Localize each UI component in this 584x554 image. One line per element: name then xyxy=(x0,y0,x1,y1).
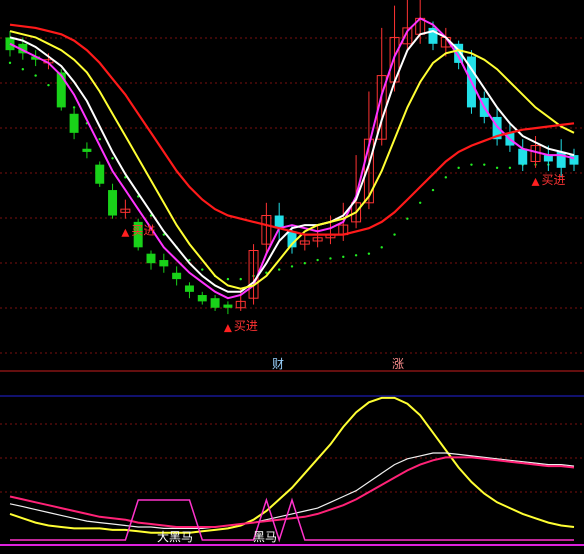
oscillator-grid xyxy=(0,423,584,493)
stock-chart: 买进买进买进 财 涨 大黑马 黑马 xyxy=(0,0,584,546)
candle-body xyxy=(69,113,79,133)
support-dot xyxy=(47,83,50,87)
support-dot xyxy=(367,252,371,255)
buy-label: 买进 xyxy=(542,173,566,187)
candle-body xyxy=(518,148,528,165)
label-zhang: 涨 xyxy=(392,356,404,371)
buy-arrow-icon xyxy=(223,324,232,333)
support-dot xyxy=(329,257,332,260)
label-horse: 黑马 xyxy=(253,530,277,544)
buy-markers: 买进买进买进 xyxy=(121,173,566,333)
buy-arrow-icon xyxy=(531,177,540,186)
price-grid xyxy=(0,37,584,354)
support-dot xyxy=(34,74,37,77)
support-dot xyxy=(290,265,294,268)
support-dot xyxy=(201,268,204,271)
osc_white-line xyxy=(9,452,575,530)
candle-body xyxy=(172,272,182,280)
label-cai: 财 xyxy=(272,357,284,371)
support-dot xyxy=(111,157,114,160)
candle-body xyxy=(146,253,156,264)
ma_red-line xyxy=(9,23,575,236)
support-dot xyxy=(418,201,422,204)
signal-wave-line xyxy=(10,497,574,543)
candle-body xyxy=(159,260,169,267)
support-dot xyxy=(483,163,486,166)
support-dot xyxy=(8,61,12,65)
candle-body xyxy=(82,148,92,152)
support-dot xyxy=(393,233,396,236)
osc_yellow-line xyxy=(9,396,575,534)
support-dot xyxy=(457,166,460,170)
support-dot xyxy=(354,254,358,257)
support-dot xyxy=(277,268,281,271)
support-dot xyxy=(444,176,448,179)
candle-bodies xyxy=(5,17,579,309)
support-dot xyxy=(470,163,473,166)
candle-body xyxy=(223,304,233,308)
support-dot xyxy=(98,138,101,141)
oscillator-lines xyxy=(9,396,575,534)
support-dot xyxy=(508,166,512,170)
signal-wave xyxy=(10,497,574,543)
support-dot xyxy=(303,262,307,265)
buy-label: 买进 xyxy=(131,224,155,238)
candle-body xyxy=(197,295,207,302)
support-dot xyxy=(431,188,435,192)
candle-body xyxy=(56,72,66,108)
candle-body xyxy=(210,298,220,308)
support-dot xyxy=(380,246,383,249)
label-big-horse: 大黑马 xyxy=(157,530,193,544)
buy-arrow-icon xyxy=(121,228,130,237)
support-dot xyxy=(239,277,242,281)
candle-body xyxy=(95,164,105,184)
support-dot xyxy=(316,258,319,262)
ma_magenta-line xyxy=(9,17,575,300)
support-dot xyxy=(21,68,25,71)
candle-body xyxy=(108,190,118,216)
support-dot xyxy=(342,255,345,259)
candle-body xyxy=(184,285,194,292)
support-dot xyxy=(406,217,409,220)
support-dot xyxy=(495,166,499,170)
moving-average-lines xyxy=(9,17,575,300)
buy-label: 买进 xyxy=(234,319,258,333)
support-dot xyxy=(226,277,230,281)
